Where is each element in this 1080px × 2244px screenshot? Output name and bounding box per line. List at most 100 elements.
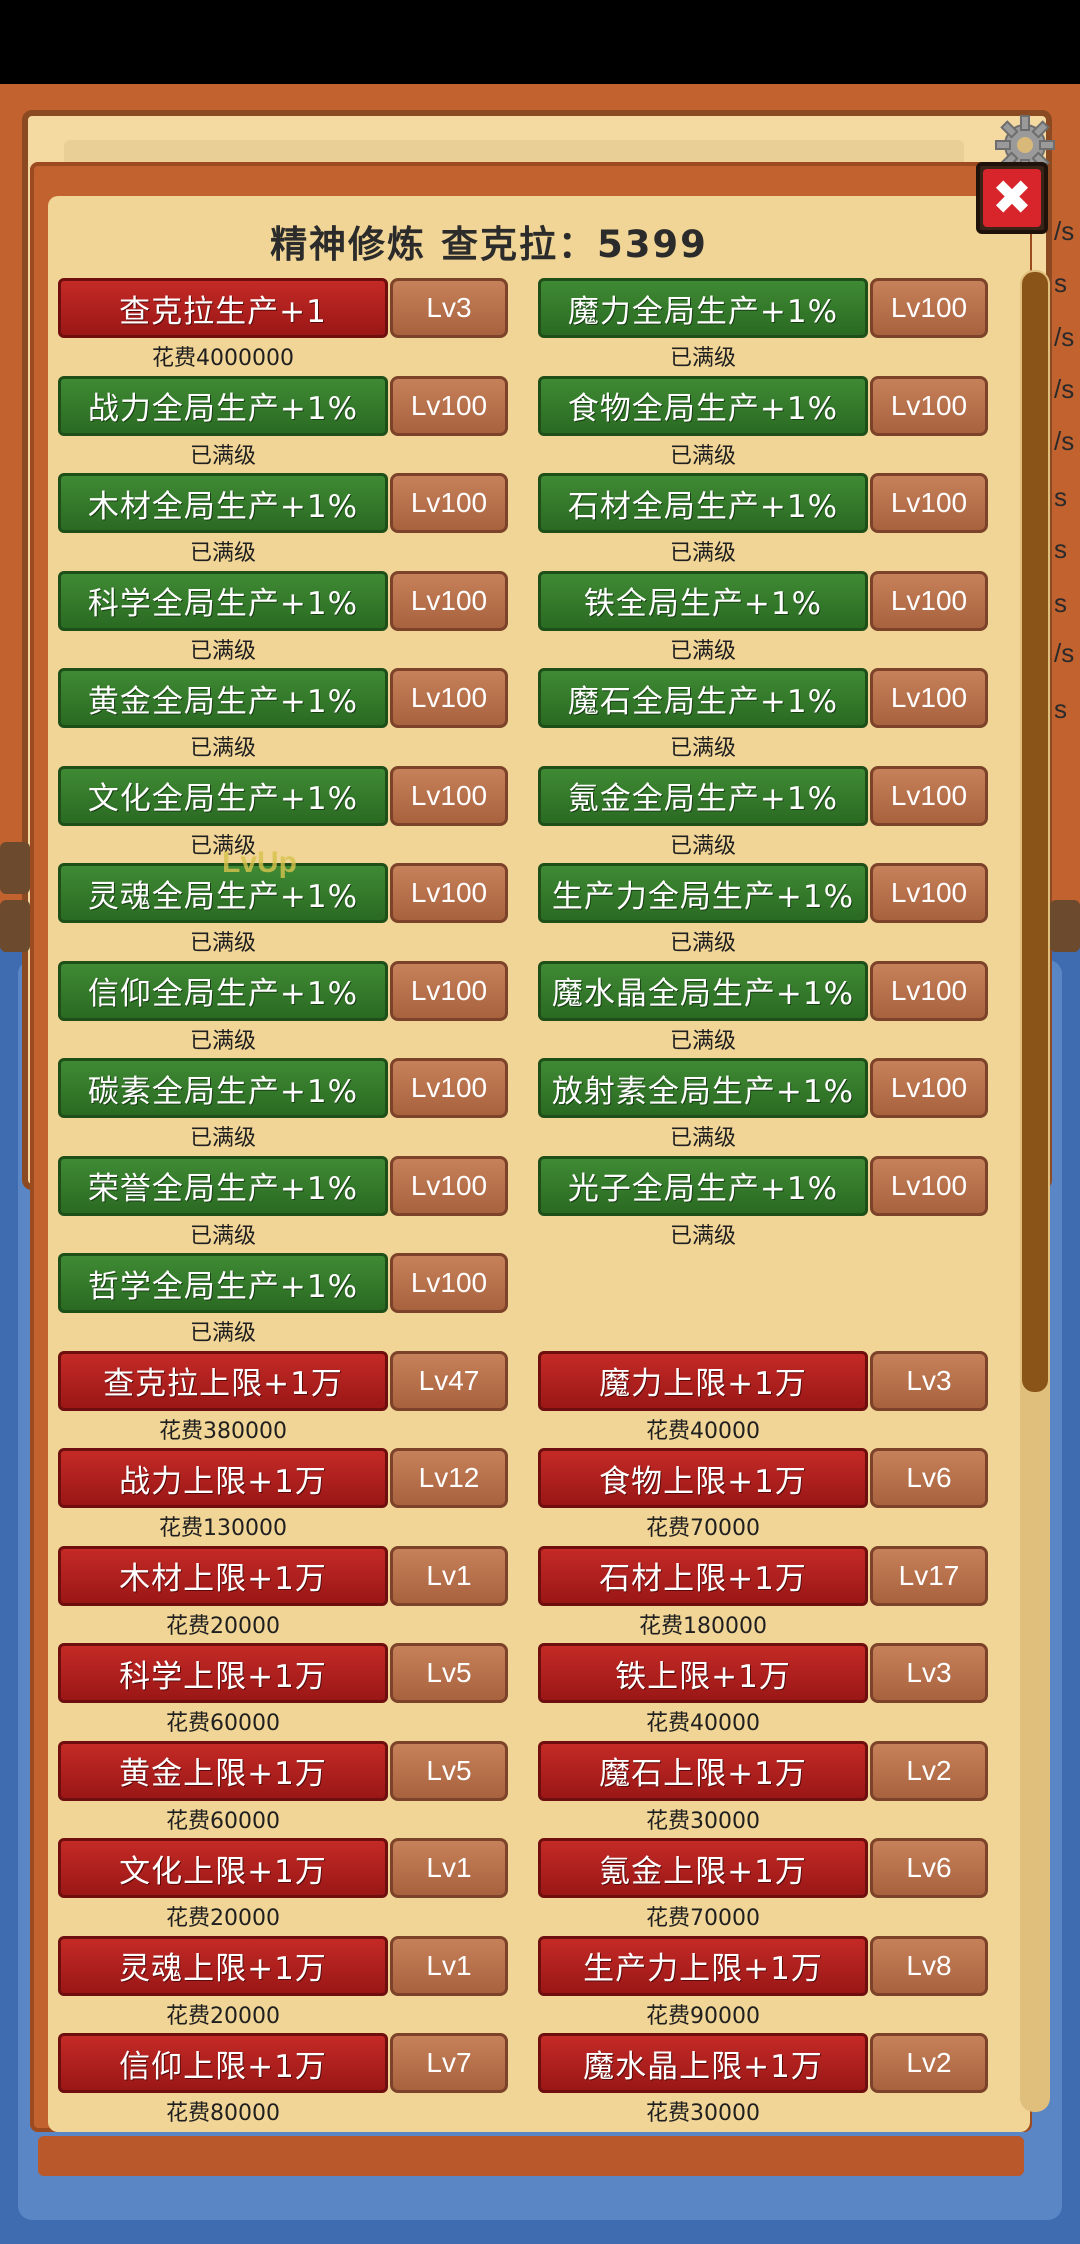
upgrade-item [538, 1245, 1018, 1343]
upgrade-button[interactable]: 魔石上限+1万 [538, 1740, 868, 1801]
level-badge[interactable]: Lv100 [870, 863, 988, 923]
upgrade-list: 查克拉生产+1 Lv3 花费4000000 战力全局生产+1% Lv100 已满级 木材全局… [48, 270, 1018, 2132]
upgrade-button[interactable]: 氪金全局生产+1% [538, 765, 868, 826]
upgrade-button[interactable]: 科学全局生产+1% [58, 570, 388, 631]
upgrade-button[interactable]: 木材全局生产+1% [58, 473, 388, 533]
upgrade-button[interactable]: 荣誉全局生产+1% [58, 1155, 388, 1216]
upgrade-item: 食物全局生产+1% Lv100 已满级 [538, 368, 1018, 469]
level-badge[interactable]: Lv100 [390, 473, 508, 533]
upgrade-item: 生产力上限+1万 Lv8 花费90000 [538, 1928, 1018, 2029]
upgrade-button[interactable]: 黄金全局生产+1% [58, 668, 388, 728]
upgrade-cost-label: 花费30000 [646, 2101, 760, 2126]
level-badge[interactable]: Lv100 [870, 278, 988, 338]
level-badge[interactable]: Lv100 [390, 960, 508, 1021]
upgrade-button[interactable]: 氪金上限+1万 [538, 1838, 868, 1898]
level-badge[interactable]: Lv3 [390, 278, 508, 338]
level-badge[interactable]: Lv100 [390, 1155, 508, 1216]
background-edge-letter: /s [1054, 638, 1075, 668]
upgrade-button[interactable]: 碳素全局生产+1% [58, 1058, 388, 1118]
upgrade-button[interactable]: 食物全局生产+1% [538, 375, 868, 436]
level-badge[interactable]: Lv100 [870, 1155, 988, 1216]
upgrade-item: 魔力上限+1万 Lv3 花费40000 [538, 1343, 1018, 1444]
upgrade-button[interactable]: 文化全局生产+1% [58, 765, 388, 826]
side-tab-left[interactable] [0, 900, 30, 952]
level-badge[interactable]: Lv100 [390, 375, 508, 436]
upgrade-button[interactable]: 哲学全局生产+1% [58, 1253, 388, 1313]
level-badge[interactable]: Lv100 [390, 765, 508, 826]
upgrade-button[interactable]: 魔石全局生产+1% [538, 668, 868, 728]
upgrade-item: 碳素全局生产+1% Lv100 已满级 [58, 1050, 538, 1151]
upgrade-button[interactable]: 信仰全局生产+1% [58, 960, 388, 1021]
close-button[interactable]: ✖ [976, 162, 1048, 234]
upgrade-button[interactable]: 生产力全局生产+1% [538, 863, 868, 923]
upgrade-button[interactable]: 文化上限+1万 [58, 1838, 388, 1898]
level-badge[interactable]: Lv17 [870, 1545, 988, 1606]
level-badge[interactable]: Lv3 [870, 1350, 988, 1411]
level-badge[interactable]: Lv100 [870, 375, 988, 436]
scrollbar-thumb[interactable] [1022, 272, 1048, 1392]
level-badge[interactable]: Lv1 [390, 1838, 508, 1898]
level-badge[interactable]: Lv100 [390, 863, 508, 923]
upgrade-button[interactable]: 魔水晶全局生产+1% [538, 960, 868, 1021]
level-badge[interactable]: Lv100 [390, 570, 508, 631]
level-badge[interactable]: Lv6 [870, 1838, 988, 1898]
upgrade-column-right: 魔力全局生产+1% Lv100 已满级 食物全局生产+1% Lv100 已满级 石材全局生产… [538, 270, 1018, 2126]
level-badge[interactable]: Lv7 [390, 2033, 508, 2093]
upgrade-button[interactable]: 生产力上限+1万 [538, 1935, 868, 1996]
level-badge[interactable]: Lv100 [870, 473, 988, 533]
level-badge[interactable]: Lv100 [870, 960, 988, 1021]
level-badge[interactable]: Lv100 [390, 1058, 508, 1118]
upgrade-item: 木材上限+1万 Lv1 花费20000 [58, 1538, 538, 1639]
upgrade-button[interactable]: 木材上限+1万 [58, 1545, 388, 1606]
side-tab-left[interactable] [0, 842, 30, 894]
upgrade-button[interactable]: 灵魂上限+1万 [58, 1935, 388, 1996]
upgrade-button[interactable]: 石材全局生产+1% [538, 473, 868, 533]
upgrade-button[interactable]: 战力上限+1万 [58, 1448, 388, 1508]
level-badge[interactable]: Lv3 [870, 1643, 988, 1703]
upgrade-button[interactable]: 战力全局生产+1% [58, 375, 388, 436]
level-badge[interactable]: Lv12 [390, 1448, 508, 1508]
level-badge[interactable]: Lv6 [870, 1448, 988, 1508]
upgrade-button[interactable]: 魔力全局生产+1% [538, 278, 868, 338]
upgrade-button[interactable]: 放射素全局生产+1% [538, 1058, 868, 1118]
upgrade-button[interactable]: 魔力上限+1万 [538, 1350, 868, 1411]
level-badge[interactable]: Lv1 [390, 1935, 508, 1996]
upgrade-button[interactable]: 科学上限+1万 [58, 1643, 388, 1703]
upgrade-item: 文化上限+1万 Lv1 花费20000 [58, 1830, 538, 1931]
upgrade-item: 科学上限+1万 Lv5 花费60000 [58, 1635, 538, 1736]
upgrade-button[interactable]: 铁上限+1万 [538, 1643, 868, 1703]
upgrade-button[interactable]: 查克拉生产+1 [58, 278, 388, 338]
level-badge[interactable]: Lv100 [870, 1058, 988, 1118]
level-badge[interactable]: Lv2 [870, 1740, 988, 1801]
upgrade-item: 黄金上限+1万 Lv5 花费60000 [58, 1733, 538, 1834]
background-edge-letter: /s [1054, 216, 1075, 246]
upgrade-item: 食物上限+1万 Lv6 花费70000 [538, 1440, 1018, 1541]
level-badge[interactable]: Lv8 [870, 1935, 988, 1996]
upgrade-item: 石材全局生产+1% Lv100 已满级 [538, 465, 1018, 566]
level-badge[interactable]: Lv1 [390, 1545, 508, 1606]
upgrade-item: 信仰上限+1万 Lv7 花费80000 [58, 2025, 538, 2126]
upgrade-item: 氪金上限+1万 Lv6 花费70000 [538, 1830, 1018, 1931]
level-badge[interactable]: Lv5 [390, 1740, 508, 1801]
level-badge[interactable]: Lv100 [870, 570, 988, 631]
level-badge[interactable]: Lv100 [390, 668, 508, 728]
upgrade-button[interactable]: 魔水晶上限+1万 [538, 2033, 868, 2093]
upgrade-item: 荣誉全局生产+1% Lv100 已满级 [58, 1148, 538, 1249]
level-badge[interactable]: Lv100 [870, 668, 988, 728]
level-badge[interactable]: Lv5 [390, 1643, 508, 1703]
upgrade-item: 哲学全局生产+1% Lv100 已满级 [58, 1245, 538, 1346]
side-tab-right[interactable] [1050, 900, 1080, 952]
upgrade-button[interactable]: 查克拉上限+1万 [58, 1350, 388, 1411]
level-badge[interactable]: Lv47 [390, 1350, 508, 1411]
upgrade-button[interactable]: 食物上限+1万 [538, 1448, 868, 1508]
level-badge[interactable]: Lv2 [870, 2033, 988, 2093]
background-edge-letter: s [1054, 482, 1067, 512]
upgrade-button[interactable]: 信仰上限+1万 [58, 2033, 388, 2093]
upgrade-button[interactable]: 石材上限+1万 [538, 1545, 868, 1606]
level-badge[interactable]: Lv100 [870, 765, 988, 826]
level-badge[interactable]: Lv100 [390, 1253, 508, 1313]
upgrade-button[interactable]: 光子全局生产+1% [538, 1155, 868, 1216]
upgrade-button[interactable]: 铁全局生产+1% [538, 570, 868, 631]
upgrade-item: 魔力全局生产+1% Lv100 已满级 [538, 270, 1018, 371]
upgrade-button[interactable]: 黄金上限+1万 [58, 1740, 388, 1801]
